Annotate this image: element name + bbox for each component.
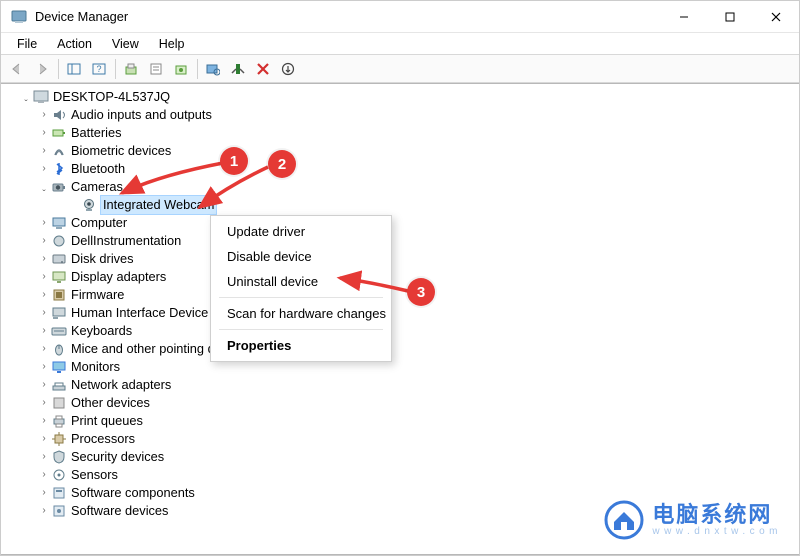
callout-3: 3: [407, 278, 435, 306]
maximize-button[interactable]: [707, 1, 753, 32]
window-title: Device Manager: [35, 9, 661, 24]
context-uninstall-device[interactable]: Uninstall device: [213, 269, 389, 294]
category-security-devices[interactable]: ›Security devices: [37, 448, 793, 466]
disable-device-button[interactable]: [226, 58, 250, 80]
device-manager-window: Device Manager File Action View Help ? ˬ…: [0, 0, 800, 556]
category-print-queues[interactable]: ›Print queues: [37, 412, 793, 430]
softdev-icon: [51, 503, 67, 519]
dell-icon: [51, 233, 67, 249]
category-network-adapters[interactable]: ›Network adapters: [37, 376, 793, 394]
scan-hardware-button[interactable]: [201, 58, 225, 80]
category-monitors[interactable]: ›Monitors: [37, 358, 793, 376]
menu-action[interactable]: Action: [47, 34, 102, 54]
biometric-icon: [51, 143, 67, 159]
category-processors[interactable]: ›Processors: [37, 430, 793, 448]
category-disk-drives[interactable]: ›Disk drives: [37, 250, 793, 268]
menu-view[interactable]: View: [102, 34, 149, 54]
firmware-icon: [51, 287, 67, 303]
add-legacy-button[interactable]: [276, 58, 300, 80]
category-other-devices[interactable]: ›Other devices: [37, 394, 793, 412]
battery-icon: [51, 125, 67, 141]
window-buttons: [661, 1, 799, 32]
help-button[interactable]: ?: [87, 58, 111, 80]
category-human-interface-device[interactable]: ›Human Interface Device: [37, 304, 793, 322]
category-batteries[interactable]: ›Batteries: [37, 124, 793, 142]
cpu-icon: [51, 431, 67, 447]
context-scan-hardware[interactable]: Scan for hardware changes: [213, 301, 389, 326]
watermark-house-icon: [604, 500, 644, 540]
category-biometric-devices[interactable]: ›Biometric devices: [37, 142, 793, 160]
context-update-driver[interactable]: Update driver: [213, 219, 389, 244]
category-cameras[interactable]: ˬCameras: [37, 178, 793, 196]
enable-device-button[interactable]: [169, 58, 193, 80]
category-sensors[interactable]: ›Sensors: [37, 466, 793, 484]
menu-help[interactable]: Help: [149, 34, 195, 54]
sensor-icon: [51, 467, 67, 483]
bluetooth-icon: [51, 161, 67, 177]
context-properties[interactable]: Properties: [213, 333, 389, 358]
context-menu: Update driver Disable device Uninstall d…: [210, 215, 392, 362]
svg-text:?: ?: [96, 64, 101, 74]
printer-icon: [51, 413, 67, 429]
uninstall-device-button[interactable]: [251, 58, 275, 80]
camera-icon: [51, 179, 67, 195]
category-audio-inputs-and-outputs[interactable]: ›Audio inputs and outputs: [37, 106, 793, 124]
toolbar: ?: [1, 55, 799, 83]
mouse-icon: [51, 341, 67, 357]
keyboard-icon: [51, 323, 67, 339]
minimize-button[interactable]: [661, 1, 707, 32]
watermark-cn: 电脑系统网: [652, 504, 782, 526]
other-icon: [51, 395, 67, 411]
callout-2: 2: [268, 150, 296, 178]
app-icon: [11, 9, 27, 25]
audio-icon: [51, 107, 67, 123]
category-mice-and-other-pointing-devices[interactable]: ›Mice and other pointing devices: [37, 340, 793, 358]
context-disable-device[interactable]: Disable device: [213, 244, 389, 269]
webcam-icon: [81, 197, 97, 213]
menubar: File Action View Help: [1, 33, 799, 55]
category-computer[interactable]: ›Computer: [37, 214, 793, 232]
update-driver-button[interactable]: [119, 58, 143, 80]
show-hide-tree-button[interactable]: [62, 58, 86, 80]
close-button[interactable]: [753, 1, 799, 32]
tree-root[interactable]: ˬDESKTOP-4L537JQ: [19, 88, 793, 106]
softcomp-icon: [51, 485, 67, 501]
display-icon: [51, 269, 67, 285]
computer-icon: [51, 215, 67, 231]
security-icon: [51, 449, 67, 465]
titlebar: Device Manager: [1, 1, 799, 33]
nav-back-button[interactable]: [5, 58, 29, 80]
category-keyboards[interactable]: ›Keyboards: [37, 322, 793, 340]
properties-button[interactable]: [144, 58, 168, 80]
category-bluetooth[interactable]: ›Bluetooth: [37, 160, 793, 178]
menu-file[interactable]: File: [7, 34, 47, 54]
watermark: 电脑系统网 www.dnxtw.com: [604, 500, 782, 540]
watermark-url: www.dnxtw.com: [652, 526, 782, 537]
context-separator-1: [219, 297, 383, 298]
category-dellinstrumentation[interactable]: ›DellInstrumentation: [37, 232, 793, 250]
disk-icon: [51, 251, 67, 267]
device-tree[interactable]: ˬDESKTOP-4L537JQ›Audio inputs and output…: [1, 83, 799, 555]
context-separator-2: [219, 329, 383, 330]
computer-icon: [33, 89, 49, 105]
nav-forward-button[interactable]: [30, 58, 54, 80]
monitor-icon: [51, 359, 67, 375]
hid-icon: [51, 305, 67, 321]
device-integrated-webcam[interactable]: ›Integrated Webcam: [67, 196, 793, 214]
callout-1: 1: [220, 147, 248, 175]
network-icon: [51, 377, 67, 393]
